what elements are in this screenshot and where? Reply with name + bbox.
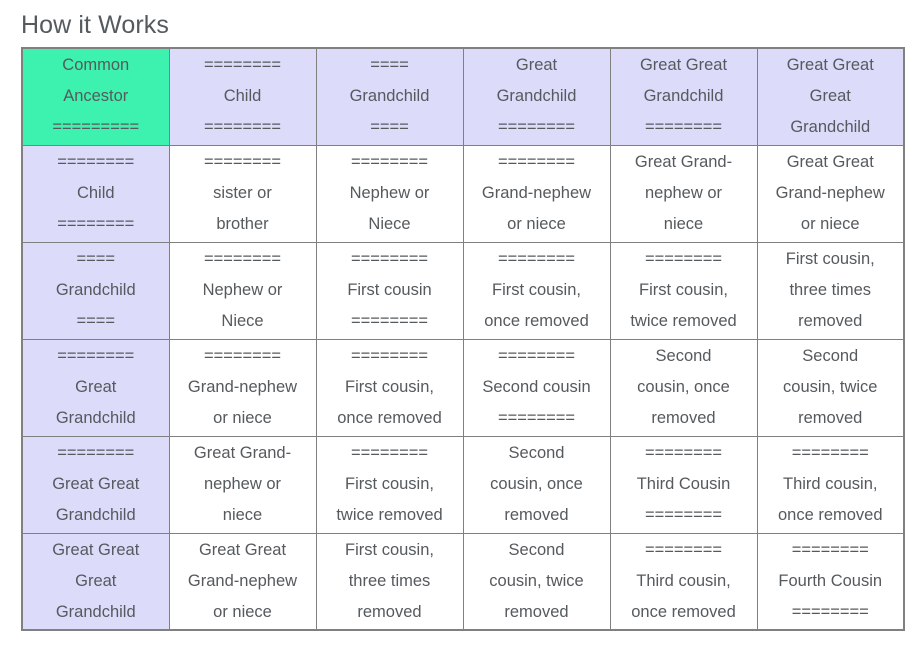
table-cell-common-ancestor: Common Ancestor ========= — [21, 47, 170, 146]
cell-text: ======== Nephew or Niece — [202, 250, 283, 330]
table-row: Common Ancestor ========= ======== Child… — [21, 47, 905, 146]
table-cell: ======== Fourth Cousin ======== — [756, 532, 905, 631]
cell-text: ======== Second cousin ======== — [482, 347, 591, 427]
cell-text: ======== Third Cousin ======== — [636, 444, 731, 524]
cell-text: ======== Nephew or Niece — [349, 153, 430, 233]
cell-text: Great Great Grand-nephew or niece — [187, 540, 298, 621]
cell-text: ======== Third cousin, once removed — [777, 444, 883, 524]
table-cell: ======== Grand-nephew or niece — [462, 144, 611, 243]
cell-text: ======== Great Grandchild — [55, 347, 136, 427]
table-cell: First cousin, three times removed — [315, 532, 464, 631]
cell-text: Great Great Grandchild ======== — [639, 56, 728, 137]
cell-text: Second cousin, twice removed — [489, 540, 584, 621]
table-cell: ======== Nephew or Niece — [315, 144, 464, 243]
table-cell: ======== Third cousin, once removed — [756, 435, 905, 534]
cell-text: ======== sister or brother — [203, 153, 282, 233]
table-cell: Great Great Grand-nephew or niece — [756, 144, 905, 243]
table-cell: ======== First cousin, once removed — [315, 338, 464, 437]
cell-text: ======== First cousin, twice removed — [336, 444, 443, 524]
table-cell: Great Grand- nephew or niece — [609, 144, 758, 243]
cell-text: Common Ancestor ========= — [52, 56, 140, 137]
table-cell: Great Grand- nephew or niece — [168, 435, 317, 534]
table-cell: Second cousin, once removed — [609, 338, 758, 437]
table-cell-side-great-great-great-grandchild: Great Great Great Grandchild — [21, 532, 170, 631]
table-cell: First cousin, three times removed — [756, 241, 905, 340]
cell-text: Second cousin, twice removed — [783, 347, 878, 427]
cell-text: First cousin, three times removed — [785, 250, 875, 330]
table-cell-header-child: ======== Child ======== — [168, 47, 317, 146]
cell-text: ======== Grand-nephew or niece — [187, 347, 298, 427]
cell-text: ======== First cousin, twice removed — [630, 250, 737, 330]
table-cell-header-great-great-great-grandchild: Great Great Great Grandchild — [756, 47, 905, 146]
table-cell-side-child: ======== Child ======== — [21, 144, 170, 243]
cell-text: ======== Child ======== — [203, 56, 282, 137]
cell-text: ======== First cousin, once removed — [484, 250, 589, 330]
page-title: How it Works — [21, 10, 169, 39]
table-cell: Second cousin, twice removed — [756, 338, 905, 437]
table-cell: ======== First cousin, twice removed — [315, 435, 464, 534]
table-cell: Second cousin, twice removed — [462, 532, 611, 631]
table-cell-side-grandchild: ==== Grandchild ==== — [21, 241, 170, 340]
table-row: ======== Great Grandchild ======== Grand… — [21, 338, 905, 437]
table-cell: ======== Grand-nephew or niece — [168, 338, 317, 437]
table-cell-header-great-great-grandchild: Great Great Grandchild ======== — [609, 47, 758, 146]
cell-text: Great Grand- nephew or niece — [193, 444, 292, 524]
cell-text: ==== Grandchild ==== — [349, 56, 430, 137]
cell-text: ======== First cousin ======== — [347, 250, 432, 330]
table-cell: ======== First cousin ======== — [315, 241, 464, 340]
cell-text: Great Grand- nephew or niece — [634, 153, 733, 233]
table-cell: ======== Nephew or Niece — [168, 241, 317, 340]
table-cell: ======== Third Cousin ======== — [609, 435, 758, 534]
table-row: Great Great Great Grandchild Great Great… — [21, 532, 905, 631]
table-cell: Second cousin, once removed — [462, 435, 611, 534]
cell-text: Second cousin, once removed — [490, 444, 583, 524]
cell-text: ======== Fourth Cousin ======== — [778, 540, 883, 621]
cell-text: ==== Grandchild ==== — [55, 250, 136, 330]
table-cell: ======== sister or brother — [168, 144, 317, 243]
cell-text: ======== Grand-nephew or niece — [481, 153, 592, 233]
cell-text: Great Great Great Grandchild — [52, 540, 140, 621]
cell-text: ======== First cousin, once removed — [337, 347, 442, 427]
cell-text: First cousin, three times removed — [345, 540, 434, 621]
table-cell: ======== First cousin, twice removed — [609, 241, 758, 340]
table-cell-header-great-grandchild: Great Grandchild ======== — [462, 47, 611, 146]
table-cell-header-grandchild: ==== Grandchild ==== — [315, 47, 464, 146]
cell-text: Great Great Great Grandchild — [786, 56, 874, 137]
cell-text: ======== Child ======== — [57, 153, 135, 233]
cell-text: ======== Great Great Grandchild — [52, 444, 140, 524]
table-cell: ======== Second cousin ======== — [462, 338, 611, 437]
table-cell: Great Great Grand-nephew or niece — [168, 532, 317, 631]
cell-text: Second cousin, once removed — [637, 347, 730, 427]
table-cell-side-great-grandchild: ======== Great Grandchild — [21, 338, 170, 437]
table-cell: ======== First cousin, once removed — [462, 241, 611, 340]
relationship-table: Common Ancestor ========= ======== Child… — [21, 47, 905, 631]
table-row: ======== Child ======== ======== sister … — [21, 144, 905, 243]
table-cell-side-great-great-grandchild: ======== Great Great Grandchild — [21, 435, 170, 534]
table-row: ======== Great Great Grandchild Great Gr… — [21, 435, 905, 534]
table-cell: ======== Third cousin, once removed — [609, 532, 758, 631]
relationship-table-body: Common Ancestor ========= ======== Child… — [21, 47, 905, 631]
cell-text: Great Grandchild ======== — [496, 56, 577, 137]
cell-text: Great Great Grand-nephew or niece — [775, 153, 885, 233]
table-row: ==== Grandchild ==== ======== Nephew or … — [21, 241, 905, 340]
cell-text: ======== Third cousin, once removed — [631, 540, 736, 621]
